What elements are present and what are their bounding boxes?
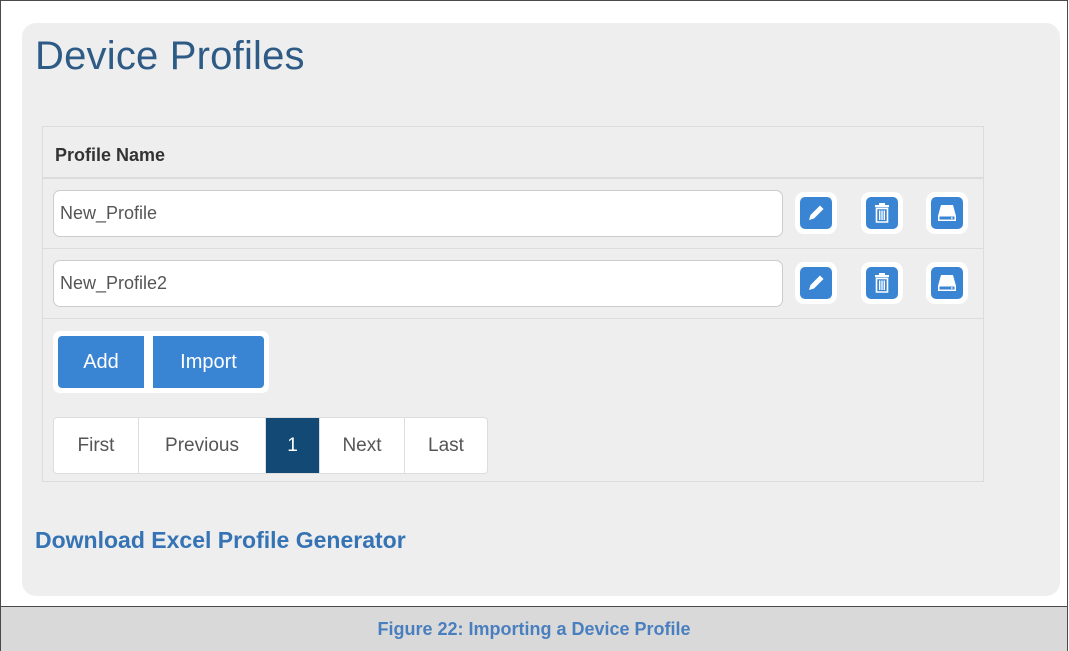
profiles-table: Profile Name New_Profile New_Profile2 Ad… xyxy=(42,126,984,482)
page-title: Device Profiles xyxy=(35,34,305,78)
pagination-last[interactable]: Last xyxy=(405,418,487,473)
delete-button[interactable] xyxy=(861,262,903,304)
pagination-first[interactable]: First xyxy=(54,418,139,473)
pagination-current-page[interactable]: 1 xyxy=(266,418,320,473)
add-button[interactable]: Add xyxy=(58,336,144,388)
table-row xyxy=(43,249,983,319)
column-header-profile-name: Profile Name xyxy=(55,145,166,165)
edit-button[interactable] xyxy=(795,192,837,234)
trash-icon xyxy=(866,267,898,299)
trash-icon xyxy=(866,197,898,229)
pagination-next[interactable]: Next xyxy=(320,418,405,473)
add-import-group: Add Import xyxy=(53,331,269,393)
pagination-previous[interactable]: Previous xyxy=(139,418,266,473)
download-excel-link[interactable]: Download Excel Profile Generator xyxy=(35,527,406,554)
delete-button[interactable] xyxy=(861,192,903,234)
profile-name-input[interactable] xyxy=(53,260,783,307)
drive-icon xyxy=(931,197,963,229)
import-button[interactable]: Import xyxy=(153,336,264,388)
edit-button[interactable] xyxy=(795,262,837,304)
export-button[interactable] xyxy=(926,262,968,304)
pencil-icon xyxy=(800,197,832,229)
pagination: First Previous 1 Next Last xyxy=(53,417,488,474)
figure-caption-bar: Figure 22: Importing a Device Profile xyxy=(0,606,1068,651)
table-row xyxy=(43,179,983,249)
pencil-icon xyxy=(800,267,832,299)
drive-icon xyxy=(931,267,963,299)
table-header: Profile Name xyxy=(43,127,983,179)
export-button[interactable] xyxy=(926,192,968,234)
profile-name-input[interactable] xyxy=(53,190,783,237)
figure-caption: Figure 22: Importing a Device Profile xyxy=(377,618,691,639)
